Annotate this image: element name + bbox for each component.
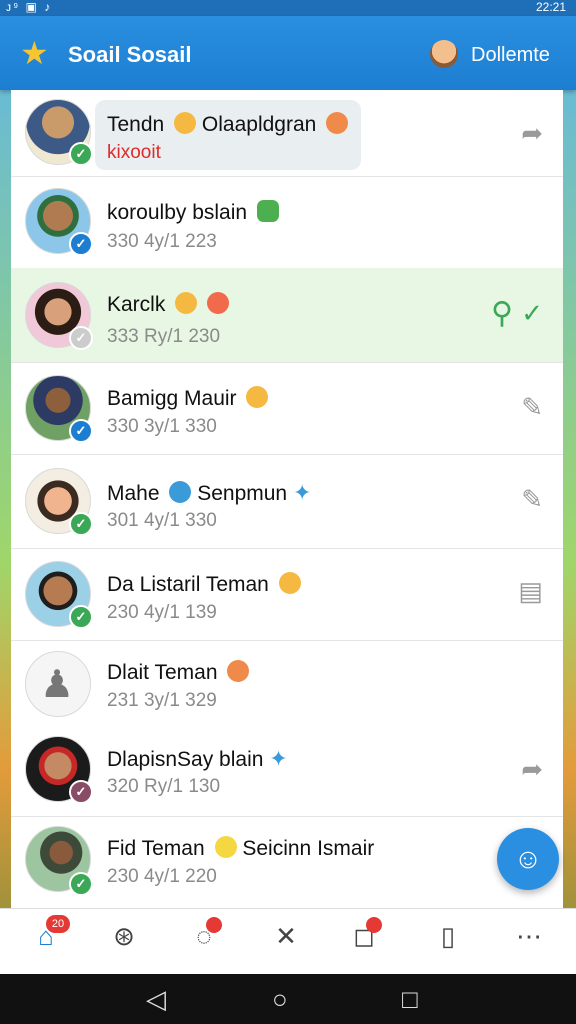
verified-check-icon: ✓ [69,605,93,629]
contact-status: 320 Ry/1 130 [107,776,221,797]
contact-name: Mahe [107,482,160,505]
contact-name-2: Senpmun [197,482,288,505]
contact-status: kixooit [107,142,161,163]
contact-status: 230 4y/1 139 [107,602,217,623]
contact-name: Dlait Teman [107,661,218,684]
contact-name: Karclk [107,293,166,316]
smile-emoji-icon [175,292,198,314]
check-icon: ✓ [69,780,93,804]
contact-name: Bamigg Mauir [107,387,237,410]
blue-emoji-icon [169,481,192,503]
chat-icon: ☺ [513,843,543,874]
contact-status: 330 3y/1 330 [107,416,217,437]
list-item[interactable]: ✓ Mahe Senpmun ✦ 301 4y/1 330 ✎ [11,454,563,549]
list-item[interactable]: ✓ Bamigg Mauir 330 3y/1 330 ✎ [11,362,563,455]
contact-status: 231 3y/1 329 [107,690,217,711]
account-avatar[interactable] [430,40,458,68]
smile-emoji-icon [278,572,301,594]
list-item[interactable]: ♟ Dlait Teman 231 3y/1 329 [11,640,563,726]
contact-name: Tendn [107,113,165,136]
contact-list: ✓ Tendn Olaapldgran kixooit ➦ ✓ koroulby… [11,90,563,908]
search-icon[interactable]: ⚲ [491,296,513,331]
check-icon: ✓ [69,326,93,350]
status-bar: ᴊ⁹ ▣ ♪ 22:21 [0,0,576,16]
verified-check-icon: ✓ [69,142,93,166]
attach-icon[interactable]: ✎ [521,484,543,515]
share-icon[interactable]: ➦ [521,754,543,785]
contact-name: DlapisnSay blain [107,748,264,771]
chat-fab[interactable]: ☺ [497,828,559,890]
user-placeholder-icon: ♟ [40,664,75,706]
list-item[interactable]: ✓ Tendn Olaapldgran kixooit ➦ [11,90,563,177]
list-item[interactable]: ✓ Fid Teman Seicinn Ismair 230 4y/1 220 [11,816,563,908]
contact-status: 333 Ry/1 230 [107,326,221,347]
tools-icon: ✕ [275,921,297,951]
smile-emoji-icon [214,836,237,858]
home-badge: 20 [46,915,70,933]
leaf-emoji-icon [256,200,279,222]
notifications-badge [366,917,382,933]
check-icon[interactable]: ✓ [521,298,543,329]
verified-check-icon: ✓ [69,872,93,896]
status-left: ᴊ⁹ ▣ ♪ [6,0,53,14]
account-name[interactable]: Dollemte [471,44,550,67]
contact-status: 301 4y/1 330 [107,510,217,531]
messages-badge [206,917,222,933]
contact-name: Fid Teman [107,837,205,860]
nav-home[interactable]: ⌂ 20 [22,915,70,961]
attach-icon[interactable]: ✎ [521,392,543,423]
contact-name: koroulby bslain [107,201,248,224]
avatar: ♟ [25,651,91,717]
sparkle-icon: ✦ [269,746,288,771]
back-icon[interactable]: ◁ [146,984,166,1015]
grin-emoji-icon [227,660,250,682]
recents-icon[interactable]: □ [402,984,418,1015]
star-icon: ★ [20,35,49,71]
nav-tools[interactable]: ✕ [262,921,310,961]
contact-status: 330 4y/1 223 [107,231,217,252]
list-item[interactable]: ✓ DlapisnSay blain ✦ 320 Ry/1 130 ➦ [11,726,563,817]
contacts-icon: ⊛ [113,921,135,951]
verified-check-icon: ✓ [69,512,93,536]
contact-status: 230 4y/1 220 [107,866,217,887]
app-title: Soail Sosail [68,42,192,67]
app-bar: ★ Soail Sosail Dollemte [0,16,576,90]
list-item[interactable]: ✓ Karclk 333 Ry/1 230 ⚲ ✓ [11,268,563,363]
nav-more[interactable]: ⋯ [505,921,553,961]
nav-messages[interactable]: ◌ [180,917,228,961]
smile-emoji-icon [174,112,197,134]
share-icon[interactable]: ➦ [521,118,543,149]
screen: ᴊ⁹ ▣ ♪ 22:21 ★ Soail Sosail Dollemte ✓ T… [0,0,576,1024]
phone-icon: ▯ [440,921,456,951]
nav-notifications[interactable]: ◻ [340,917,388,961]
verified-check-icon: ✓ [69,232,93,256]
contact-name-2: Seicinn Ismair [242,837,375,860]
contact-name-2: Olaapldgran [201,113,317,136]
nav-phone[interactable]: ▯ [424,921,472,961]
grin-emoji-icon [326,112,349,134]
love-emoji-icon [207,292,230,314]
more-icon: ⋯ [516,921,542,951]
system-nav: ◁ ○ □ [0,974,576,1024]
home-system-icon[interactable]: ○ [272,984,288,1015]
sparkle-icon: ✦ [292,480,312,505]
message-icon[interactable]: ▤ [518,576,543,607]
contact-name: Da Listaril Teman [107,573,269,596]
verified-check-icon: ✓ [69,419,93,443]
list-item[interactable]: ✓ Da Listaril Teman 230 4y/1 139 ▤ [11,548,563,641]
smile-emoji-icon [246,386,269,408]
nav-contacts[interactable]: ⊛ [100,921,148,961]
clock: 22:21 [535,0,566,14]
bottom-nav: ⌂ 20 ⊛ ◌ ✕ ◻ ▯ ⋯ [0,908,576,975]
list-item[interactable]: ✓ koroulby bslain 330 4y/1 223 [11,176,563,269]
